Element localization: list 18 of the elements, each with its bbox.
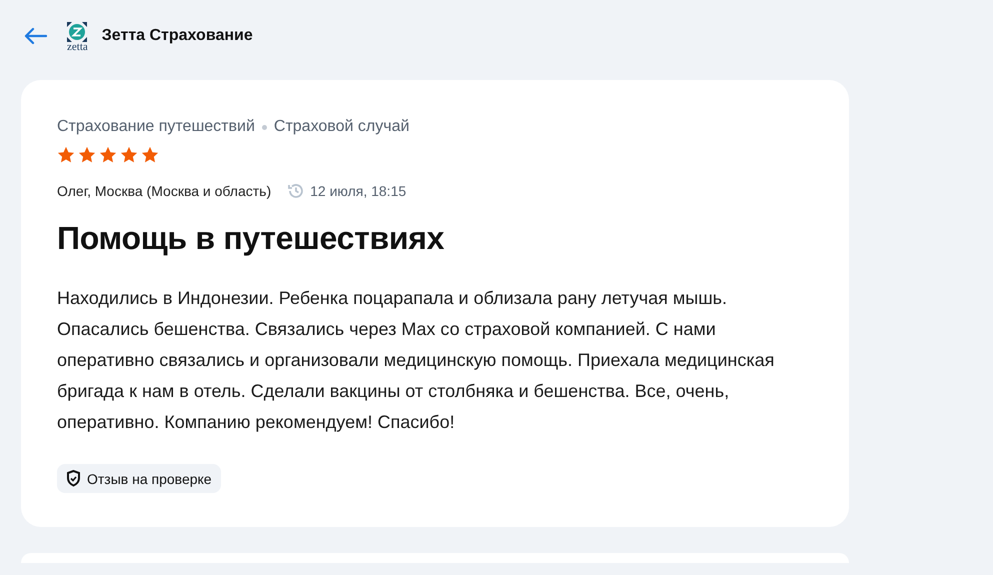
category-link[interactable]: Страхование путешествий <box>57 118 255 136</box>
review-date: 12 июля, 18:15 <box>310 183 406 199</box>
topic-link[interactable]: Страховой случай <box>274 118 410 136</box>
star-icon <box>141 146 159 164</box>
review-text: Находились в Индонезии. Ребенка поцарапала и облизала рану летучая мышь. Опасались бешенства. Связались через Max со страховой компанией. С нами оперативно связались и организовали медицинскую помощь. Приехала медицинская бригада к нам в отель. Сделали вакцины от столбняка и бешенства. Все, очень, оперативно. Компанию рекомендуем! Спасибо! <box>57 287 776 434</box>
star-icon <box>78 146 96 164</box>
author-name: Олег, Москва (Москва и область) <box>57 183 272 199</box>
star-icon <box>99 146 117 164</box>
shield-check-icon <box>66 470 81 487</box>
status-text: Отзыв на проверке <box>87 470 212 486</box>
review-title: Помощь в путешествиях <box>57 220 446 257</box>
company-name: Зетта Страхование <box>102 27 253 45</box>
logo-icon <box>67 22 88 42</box>
star-icon <box>120 146 138 164</box>
star-icon <box>57 146 75 164</box>
logo-text: zetta <box>67 42 88 52</box>
back-arrow-icon[interactable] <box>23 27 47 45</box>
clock-icon <box>287 182 306 200</box>
